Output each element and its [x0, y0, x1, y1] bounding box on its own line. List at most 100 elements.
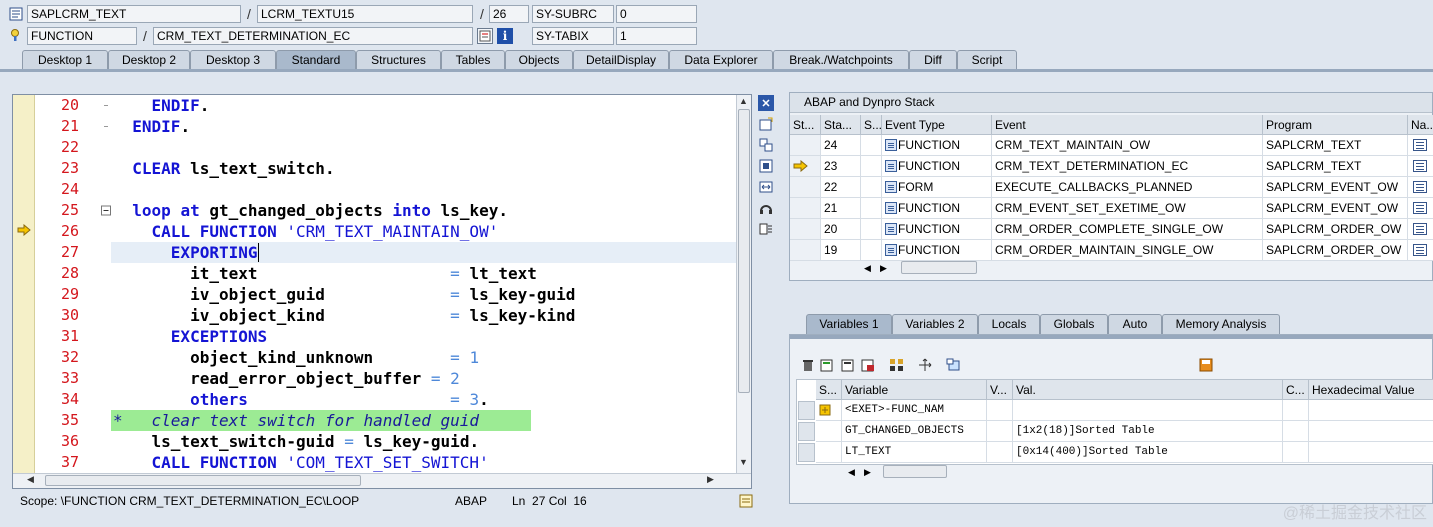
- tab-diff[interactable]: Diff: [909, 50, 957, 70]
- code-line[interactable]: * clear text switch for handled guid: [113, 410, 735, 431]
- variable-value-cell[interactable]: [0x14(400)]Sorted Table: [1013, 442, 1283, 463]
- tab-auto[interactable]: Auto: [1108, 314, 1162, 334]
- stack-program-cell[interactable]: SAPLCRM_ORDER_OW: [1263, 240, 1408, 261]
- col-stack-level[interactable]: Sta...: [821, 115, 861, 135]
- row-selector[interactable]: [798, 443, 815, 462]
- sy-tabix-value[interactable]: 1: [616, 27, 697, 45]
- editor-horizontal-scrollbar[interactable]: ◀ ▶: [13, 473, 751, 488]
- tab-locals[interactable]: Locals: [978, 314, 1040, 334]
- code-line[interactable]: ENDIF.: [113, 95, 735, 116]
- editor-hscroll-thumb[interactable]: [45, 475, 361, 486]
- editor-vscroll-thumb[interactable]: [738, 109, 750, 393]
- stack-navigate-cell[interactable]: [1408, 156, 1433, 177]
- stack-navigate-cell[interactable]: [1408, 240, 1433, 261]
- editor-vertical-scrollbar[interactable]: ▲ ▼: [736, 95, 751, 488]
- stack-event-cell[interactable]: CRM_ORDER_MAINTAIN_SINGLE_OW: [992, 240, 1263, 261]
- stack-row[interactable]: 19 FUNCTION CRM_ORDER_MAINTAIN_SINGLE_OW SA…: [790, 240, 1433, 261]
- tab-desktop-3[interactable]: Desktop 3: [190, 50, 276, 70]
- tab-tables[interactable]: Tables: [441, 50, 505, 70]
- program-field[interactable]: SAPLCRM_TEXT: [27, 5, 241, 23]
- variable-value-cell[interactable]: [1013, 400, 1283, 421]
- code-line[interactable]: others = 3.: [113, 389, 735, 410]
- sy-subrc-value[interactable]: 0: [616, 5, 697, 23]
- variable-name-input[interactable]: LT_TEXT: [842, 442, 987, 463]
- line-field[interactable]: 26: [489, 5, 529, 23]
- stack-event-cell[interactable]: CRM_TEXT_MAINTAIN_OW: [992, 135, 1263, 156]
- col-var-status[interactable]: S...: [816, 380, 842, 400]
- navigate-source-icon[interactable]: [1413, 202, 1427, 214]
- tab-standard[interactable]: Standard: [276, 50, 356, 70]
- stack-event-cell[interactable]: CRM_EVENT_SET_EXETIME_OW: [992, 198, 1263, 219]
- col-navigate[interactable]: Na...: [1408, 115, 1433, 135]
- col-program[interactable]: Program: [1263, 115, 1408, 135]
- col-hex-value[interactable]: Hexadecimal Value: [1309, 380, 1433, 400]
- tab-desktop-1[interactable]: Desktop 1: [22, 50, 108, 70]
- stack-navigate-cell[interactable]: [1408, 219, 1433, 240]
- clear-variable-icon[interactable]: [860, 357, 876, 373]
- display-source-icon[interactable]: [477, 28, 493, 44]
- col-status[interactable]: St...: [790, 115, 821, 135]
- breakpoint-gutter[interactable]: [13, 95, 35, 488]
- tab-data-explorer[interactable]: Data Explorer: [669, 50, 773, 70]
- editor-settings-icon[interactable]: [738, 493, 754, 509]
- code-line[interactable]: loop at gt_changed_objects into ls_key.: [113, 200, 735, 221]
- delete-icon[interactable]: [800, 357, 816, 373]
- tab-detail-display[interactable]: DetailDisplay: [573, 50, 669, 70]
- stack-row[interactable]: 21 FUNCTION CRM_EVENT_SET_EXETIME_OW SAPLCR…: [790, 198, 1433, 219]
- new-tool-icon[interactable]: [758, 116, 774, 132]
- stack-row[interactable]: 22 FORM EXECUTE_CALLBACKS_PLANNED SAPLCRM_E…: [790, 177, 1433, 198]
- variable-name-input[interactable]: <EXET>-FUNC_NAM: [842, 400, 987, 421]
- code-line[interactable]: CLEAR ls_text_switch.: [113, 158, 735, 179]
- variable-value-cell[interactable]: [1x2(18)]Sorted Table: [1013, 421, 1283, 442]
- stack-hscroll-thumb[interactable]: [901, 261, 977, 274]
- code-line[interactable]: CALL FUNCTION 'COM_TEXT_SET_SWITCH': [113, 452, 735, 473]
- open-icon[interactable]: [945, 357, 961, 373]
- row-selector[interactable]: [798, 401, 815, 420]
- col-variable[interactable]: Variable: [842, 380, 987, 400]
- stack-navigate-cell[interactable]: [1408, 135, 1433, 156]
- code-line[interactable]: iv_object_kind = ls_key-kind: [113, 305, 735, 326]
- tab-desktop-2[interactable]: Desktop 2: [108, 50, 190, 70]
- close-icon[interactable]: ✕: [758, 95, 774, 111]
- move-icon[interactable]: [917, 357, 933, 373]
- stack-scroll-right[interactable]: ▶: [880, 261, 896, 275]
- scroll-up-arrow[interactable]: ▲: [739, 96, 748, 106]
- swap-icon[interactable]: [758, 179, 774, 195]
- code-line[interactable]: ENDIF.: [113, 116, 735, 137]
- tab-breakpoints[interactable]: Break./Watchpoints: [773, 50, 909, 70]
- scroll-right-arrow[interactable]: ▶: [707, 474, 714, 485]
- code-line[interactable]: [113, 179, 735, 200]
- save-icon[interactable]: [1198, 357, 1214, 373]
- tab-globals[interactable]: Globals: [1040, 314, 1108, 334]
- code-line[interactable]: [113, 137, 735, 158]
- tab-structures[interactable]: Structures: [356, 50, 441, 70]
- include-field[interactable]: LCRM_TEXTU15: [257, 5, 473, 23]
- stack-navigate-cell[interactable]: [1408, 177, 1433, 198]
- scroll-left-arrow[interactable]: ◀: [27, 474, 34, 485]
- col-s[interactable]: S...: [861, 115, 882, 135]
- stack-program-cell[interactable]: SAPLCRM_EVENT_OW: [1263, 177, 1408, 198]
- code-line[interactable]: EXPORTING: [113, 242, 735, 263]
- code-line[interactable]: CALL FUNCTION 'CRM_TEXT_MAINTAIN_OW': [113, 221, 735, 242]
- navigate-source-icon[interactable]: [1413, 223, 1427, 235]
- settings-icon[interactable]: [758, 221, 774, 237]
- tab-variables-1[interactable]: Variables 1: [806, 314, 892, 334]
- tab-variables-2[interactable]: Variables 2: [892, 314, 978, 334]
- code-line[interactable]: object_kind_unknown = 1: [113, 347, 735, 368]
- stack-scroll-left[interactable]: ◀: [864, 261, 880, 275]
- code-line[interactable]: ls_text_switch-guid = ls_key-guid.: [113, 431, 735, 452]
- tab-script[interactable]: Script: [957, 50, 1017, 70]
- code-line[interactable]: read_error_object_buffer = 2: [113, 368, 735, 389]
- code-line[interactable]: iv_object_guid = ls_key-guid: [113, 284, 735, 305]
- function-name-field[interactable]: CRM_TEXT_DETERMINATION_EC: [153, 27, 473, 45]
- services-icon[interactable]: [758, 200, 774, 216]
- variable-name-input[interactable]: GT_CHANGED_OBJECTS: [842, 421, 987, 442]
- col-c[interactable]: C...: [1283, 380, 1309, 400]
- stack-program-cell[interactable]: SAPLCRM_EVENT_OW: [1263, 198, 1408, 219]
- var-scroll-left[interactable]: ◀: [848, 465, 864, 479]
- navigate-source-icon[interactable]: [1413, 139, 1427, 151]
- navigate-source-icon[interactable]: [1413, 181, 1427, 193]
- stack-program-cell[interactable]: SAPLCRM_TEXT: [1263, 156, 1408, 177]
- change-variable-icon[interactable]: [840, 357, 856, 373]
- tab-memory-analysis[interactable]: Memory Analysis: [1162, 314, 1280, 334]
